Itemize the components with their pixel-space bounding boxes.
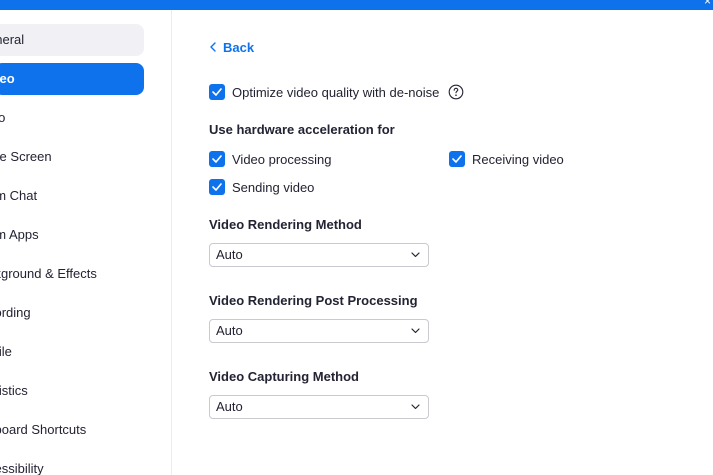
- checkmark-icon: [212, 183, 222, 191]
- checkmark-icon: [212, 155, 222, 163]
- post-processing-value: Auto: [216, 323, 243, 338]
- help-icon[interactable]: [448, 84, 464, 100]
- sidebar-item-recording[interactable]: cording: [0, 297, 144, 329]
- receiving-video-label: Receiving video: [472, 151, 564, 167]
- window-title-bar: ×: [0, 0, 713, 10]
- capturing-method-select[interactable]: Auto: [209, 395, 429, 419]
- post-processing-heading: Video Rendering Post Processing: [209, 293, 418, 308]
- sidebar-item-general[interactable]: eneral: [0, 24, 144, 56]
- video-processing-checkbox[interactable]: [209, 151, 225, 167]
- video-settings-panel: Back Optimize video quality with de-nois…: [172, 10, 713, 475]
- sidebar-item-audio[interactable]: dio: [0, 102, 144, 134]
- sidebar-item-share-screen[interactable]: are Screen: [0, 141, 144, 173]
- video-processing-option[interactable]: Video processing: [209, 149, 332, 169]
- sending-video-checkbox[interactable]: [209, 179, 225, 195]
- sidebar-item-video[interactable]: ideo: [0, 63, 144, 95]
- capturing-method-value: Auto: [216, 399, 243, 414]
- settings-sidebar: eneral ideo dio are Screen am Chat om Ap…: [0, 10, 172, 475]
- post-processing-select[interactable]: Auto: [209, 319, 429, 343]
- denoise-label: Optimize video quality with de-noise: [232, 84, 440, 100]
- sidebar-item-statistics[interactable]: atistics: [0, 375, 144, 407]
- video-processing-label: Video processing: [232, 151, 332, 167]
- rendering-method-heading: Video Rendering Method: [209, 217, 362, 232]
- chevron-left-icon: [210, 42, 216, 52]
- sending-video-label: Sending video: [232, 179, 315, 195]
- close-icon[interactable]: ×: [704, 0, 711, 7]
- sidebar-item-zoom-apps[interactable]: om Apps: [0, 219, 144, 251]
- checkmark-icon: [452, 155, 462, 163]
- checkmark-icon: [212, 88, 222, 96]
- receiving-video-option[interactable]: Receiving video: [449, 149, 564, 169]
- receiving-video-checkbox[interactable]: [449, 151, 465, 167]
- sidebar-item-keyboard-shortcuts[interactable]: yboard Shortcuts: [0, 414, 144, 446]
- denoise-option[interactable]: Optimize video quality with de-noise: [209, 82, 464, 102]
- sidebar-item-accessibility[interactable]: cessibility: [0, 453, 144, 475]
- back-label: Back: [223, 39, 255, 55]
- sidebar-item-background-effects[interactable]: ckground & Effects: [0, 258, 144, 290]
- hardware-acceleration-heading: Use hardware acceleration for: [209, 122, 395, 137]
- rendering-method-select[interactable]: Auto: [209, 243, 429, 267]
- rendering-method-value: Auto: [216, 247, 243, 262]
- sidebar-item-team-chat[interactable]: am Chat: [0, 180, 144, 212]
- denoise-checkbox[interactable]: [209, 84, 225, 100]
- back-link[interactable]: Back: [210, 37, 254, 57]
- chevron-down-icon: [411, 404, 420, 410]
- capturing-method-heading: Video Capturing Method: [209, 369, 359, 384]
- sidebar-item-profile[interactable]: ofile: [0, 336, 144, 368]
- sending-video-option[interactable]: Sending video: [209, 177, 314, 197]
- chevron-down-icon: [411, 252, 420, 258]
- chevron-down-icon: [411, 328, 420, 334]
